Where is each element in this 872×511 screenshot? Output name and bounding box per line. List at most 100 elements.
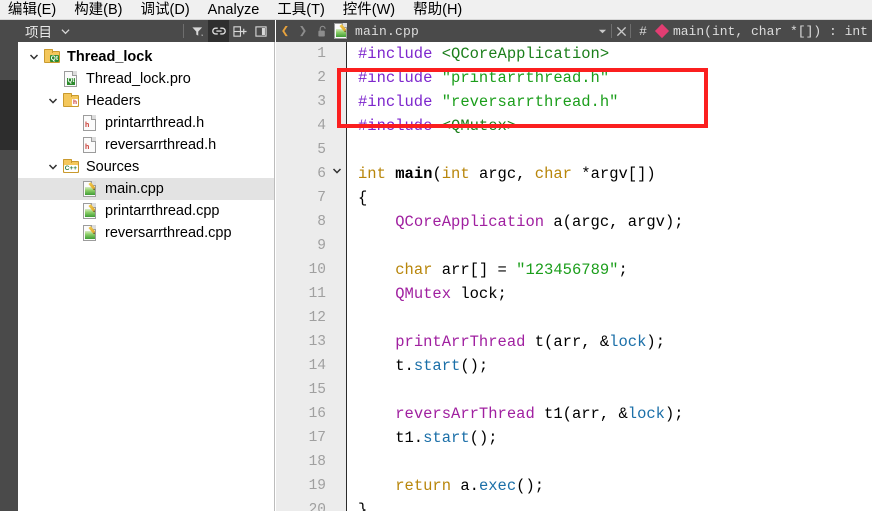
project-sidebar: 项目 Qt Thread_lock Qt Thread_lock.pro h H… [18,20,275,511]
code-line[interactable]: 5 [276,138,872,162]
chevron-right-icon[interactable]: ❯ [294,20,312,42]
tree-item-headers[interactable]: h Headers [18,90,274,112]
code-line[interactable]: 20} [276,498,872,511]
tree-no-twisty [64,222,80,244]
qt-creator-window: )编辑(E)构建(B)调试(D)Analyze工具(T)控件(W)帮助(H) 项… [0,0,872,511]
code-token: (); [460,357,489,375]
code-text: QMutex lock; [347,282,507,306]
tree-item-reversarrthread-h[interactable]: h reversarrthread.h [18,134,274,156]
code-token: ; [618,261,628,279]
link-icon[interactable] [208,20,229,42]
code-token: #include [358,117,442,135]
code-line[interactable]: 15 [276,378,872,402]
close-panel-icon[interactable] [250,20,271,42]
hash-label[interactable]: # [631,24,657,39]
line-number: 15 [308,382,326,398]
tree-item-sources[interactable]: C++ Sources [18,156,274,178]
code-lines[interactable]: 1 #include <QCoreApplication> 2 #include "p… [276,42,872,511]
chevron-down-icon[interactable] [45,156,61,178]
code-line[interactable]: 16 reversArrThread t1(arr, &lock); [276,402,872,426]
code-token: t1(arr, & [534,405,628,423]
code-token: start [423,429,470,447]
menu-item-4[interactable]: Analyze [199,0,269,19]
code-line[interactable]: 11 QMutex lock; [276,282,872,306]
line-number: 8 [317,214,326,230]
folder-qt-icon: Qt [42,46,62,68]
code-line[interactable]: 1 #include <QCoreApplication> [276,42,872,66]
menu-item-1[interactable]: 编辑(E) [0,0,65,19]
code-line[interactable]: 8 QCoreApplication a(argc, argv); [276,210,872,234]
line-number: 7 [317,190,326,206]
split-add-icon[interactable] [229,20,250,42]
menu-item-2[interactable]: 构建(B) [65,0,131,19]
code-token: "reversarrthread.h" [441,93,619,111]
menu-item-5[interactable]: 工具(T) [268,0,334,19]
code-token: int [441,165,470,183]
project-file-tree[interactable]: Qt Thread_lock Qt Thread_lock.pro h Headers h p… [18,42,274,244]
tree-item-thread-lock[interactable]: Qt Thread_lock [18,46,274,68]
code-line[interactable]: 10 char arr[] = "123456789"; [276,258,872,282]
code-text: #include "printarrthread.h" [347,66,609,90]
code-line[interactable]: 13 printArrThread t(arr, &lock); [276,330,872,354]
symbol-selector[interactable]: main(int, char *[]) : int [673,24,872,39]
doc-cpp-icon [80,178,100,200]
code-line[interactable]: 6 int main(int argc, char *argv[]) [276,162,872,186]
fold-toggle-icon[interactable] [326,162,347,186]
tree-item-printarrthread-h[interactable]: h printarrthread.h [18,112,274,134]
close-icon[interactable] [612,20,630,42]
code-token: start [413,357,461,375]
code-line[interactable]: 7{ [276,186,872,210]
code-token: a. [451,477,479,495]
chevron-left-icon[interactable]: ❮ [276,20,294,42]
chevron-down-icon[interactable] [52,20,78,42]
editor-tab-bar: ❮ ❯ main.cpp # main(int, char *[]): int [276,20,872,42]
editor-tab-filename[interactable]: main.cpp [352,24,419,39]
tree-no-twisty [64,178,80,200]
code-line[interactable]: 4 #include <QMutex> [276,114,872,138]
code-token: main [395,165,433,183]
menu-item-6[interactable]: 控件(W) [334,0,404,19]
unlocked-padlock-icon[interactable] [312,20,332,42]
code-line[interactable]: 2 #include "printarrthread.h" [276,66,872,90]
code-line[interactable]: 19 return a.exec(); [276,474,872,498]
tree-no-twisty [45,68,61,90]
filter-icon[interactable] [187,20,208,42]
tree-item-reversarrthread-cpp[interactable]: reversarrthread.cpp [18,222,274,244]
code-token: lock [627,405,665,423]
menu-item-7[interactable]: 帮助(H) [404,0,471,19]
code-line[interactable]: 14 t.start(); [276,354,872,378]
line-number: 12 [308,310,326,326]
line-number: 1 [317,46,326,62]
chevron-down-icon[interactable] [45,90,61,112]
code-token: ); [664,405,684,423]
mode-selector-active-segment[interactable] [0,80,18,150]
chevron-down-icon[interactable] [593,20,611,42]
code-view[interactable]: 1 #include <QCoreApplication> 2 #include "p… [276,42,872,511]
mode-selector-strip[interactable] [0,20,18,511]
code-text: printArrThread t(arr, &lock); [347,330,665,354]
tree-item-printarrthread-cpp[interactable]: printarrthread.cpp [18,200,274,222]
code-text: int main(int argc, char *argv[]) [347,162,656,186]
line-number: 4 [317,118,326,134]
code-editor: ❮ ❯ main.cpp # main(int, char *[]): int… [276,20,872,511]
menu-item-3[interactable]: 调试(D) [132,0,199,19]
tree-item-main-cpp[interactable]: main.cpp [18,178,274,200]
code-line[interactable]: 9 [276,234,872,258]
tree-item-thread-lock-pro[interactable]: Qt Thread_lock.pro [18,68,274,90]
sidebar-header: 项目 [18,20,275,42]
sidebar-title: 项目 [25,25,52,40]
tree-item-label: reversarrthread.cpp [105,225,232,241]
chevron-down-icon[interactable] [26,46,42,68]
code-line[interactable]: 18 [276,450,872,474]
line-number: 17 [308,430,326,446]
tree-item-label: Headers [86,93,141,109]
code-line[interactable]: 12 [276,306,872,330]
code-line[interactable]: 17 t1.start(); [276,426,872,450]
code-token: ); [646,333,665,351]
tree-item-label: reversarrthread.h [105,137,217,153]
code-line[interactable]: 3 #include "reversarrthread.h" [276,90,872,114]
code-token: t(arr, & [525,333,610,351]
